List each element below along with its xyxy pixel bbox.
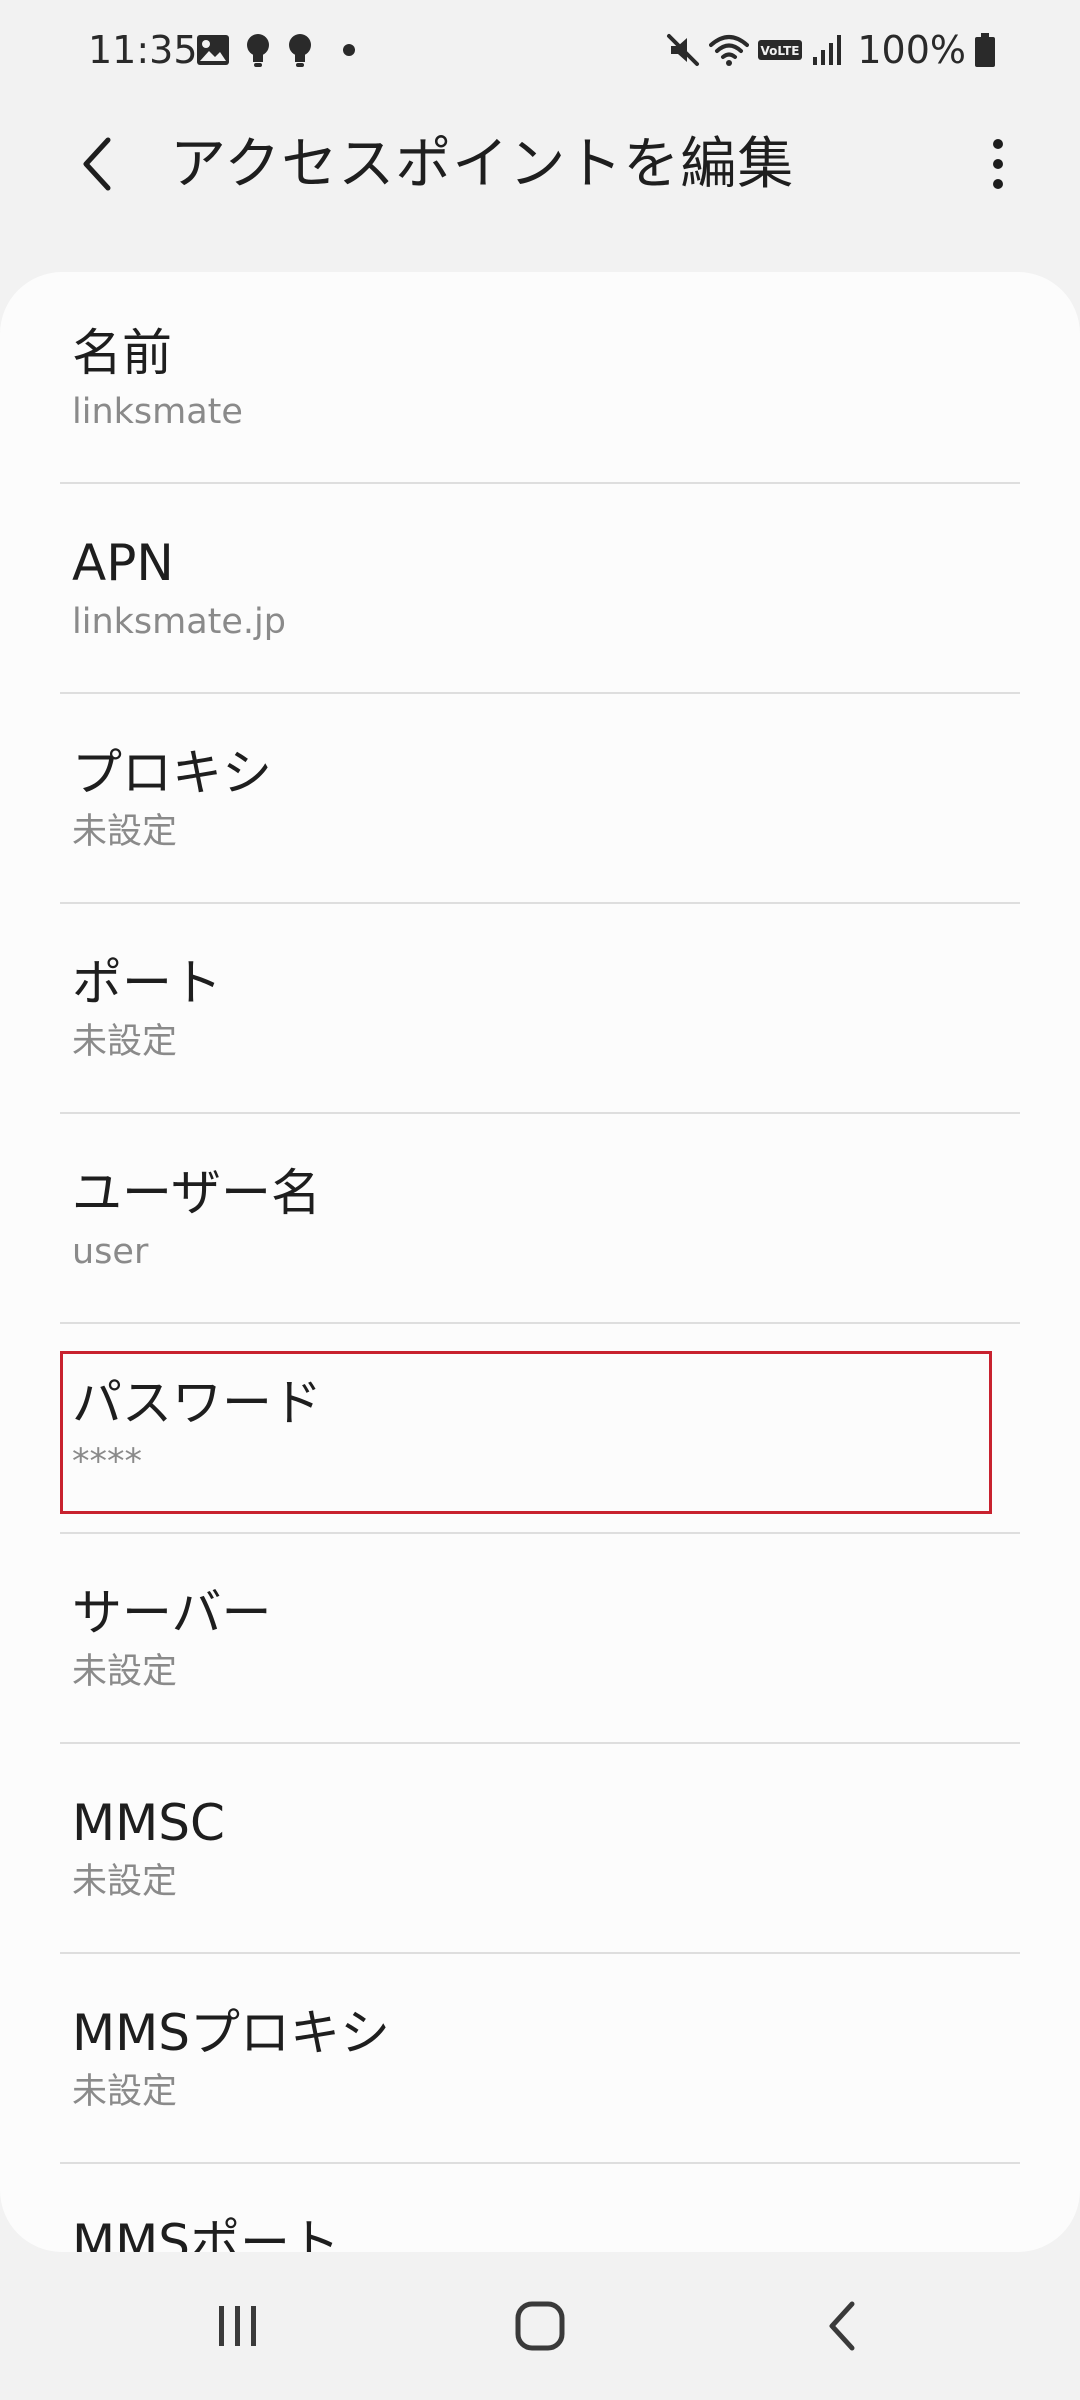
setting-value: 未設定: [72, 1652, 178, 1692]
setting-value: ****: [72, 1442, 142, 1482]
signal-icon: [811, 33, 843, 67]
setting-item-username[interactable]: ユーザー名 user: [0, 1112, 1080, 1322]
settings-card: 名前 linksmate APN linksmate.jp プロキシ 未設定 ポ…: [0, 272, 1080, 2252]
setting-value: 未設定: [72, 812, 178, 852]
setting-item-mms-proxy[interactable]: MMSプロキシ 未設定: [0, 1952, 1080, 2162]
mute-icon: [665, 32, 701, 68]
bulb-icon: [244, 32, 272, 68]
status-bar: 11:35 VoLTE 100%: [0, 0, 1080, 100]
setting-item-mmsc[interactable]: MMSC 未設定: [0, 1742, 1080, 1952]
recents-icon: [214, 2302, 262, 2350]
setting-item-name[interactable]: 名前 linksmate: [0, 272, 1080, 482]
setting-item-port[interactable]: ポート 未設定: [0, 902, 1080, 1112]
setting-title: MMSC: [72, 1794, 225, 1852]
volte-badge-text: VoLTE: [761, 44, 800, 58]
status-system-icons: VoLTE 100%: [665, 26, 996, 74]
setting-title: プロキシ: [72, 744, 272, 802]
app-bar: アクセスポイントを編集: [0, 100, 1080, 230]
page-title: アクセスポイントを編集: [170, 132, 795, 197]
wifi-icon: [709, 33, 750, 67]
setting-value: 未設定: [72, 2072, 178, 2112]
setting-value: user: [72, 1232, 149, 1272]
setting-title: 名前: [72, 324, 172, 382]
setting-item-server[interactable]: サーバー 未設定: [0, 1532, 1080, 1742]
recents-button[interactable]: [178, 2276, 298, 2376]
setting-value: linksmate.jp: [72, 602, 286, 642]
battery-icon: [974, 32, 996, 68]
setting-item-proxy[interactable]: プロキシ 未設定: [0, 692, 1080, 902]
setting-title: パスワード: [72, 1374, 322, 1432]
volte-icon: VoLTE: [757, 38, 803, 62]
setting-title: MMSポート: [72, 2214, 341, 2252]
home-icon: [514, 2300, 566, 2352]
setting-title: MMSプロキシ: [72, 2004, 391, 2062]
setting-title: APN: [72, 534, 174, 592]
setting-value: linksmate: [72, 392, 243, 432]
dot-icon: [342, 43, 356, 57]
setting-item-apn[interactable]: APN linksmate.jp: [0, 482, 1080, 692]
setting-value: 未設定: [72, 1862, 178, 1902]
battery-percent: 100%: [857, 28, 966, 72]
back-icon: [824, 2300, 860, 2352]
home-button[interactable]: [480, 2276, 600, 2376]
gallery-icon: [196, 34, 230, 66]
bulb-icon: [286, 32, 314, 68]
setting-value: 未設定: [72, 1022, 178, 1062]
more-options-button[interactable]: [958, 124, 1038, 204]
setting-title: ユーザー名: [72, 1164, 321, 1222]
setting-item-mms-port[interactable]: MMSポート: [0, 2162, 1080, 2252]
navigation-bar: [0, 2252, 1080, 2400]
status-notification-icons: [196, 30, 356, 70]
back-chevron-icon: [76, 134, 116, 194]
setting-title: ポート: [72, 954, 222, 1012]
setting-title: サーバー: [72, 1584, 272, 1642]
more-vert-icon: [990, 138, 1006, 190]
setting-item-password[interactable]: パスワード ****: [0, 1322, 1080, 1532]
nav-back-button[interactable]: [782, 2276, 902, 2376]
back-button[interactable]: [56, 124, 136, 204]
status-time: 11:35: [88, 28, 198, 72]
